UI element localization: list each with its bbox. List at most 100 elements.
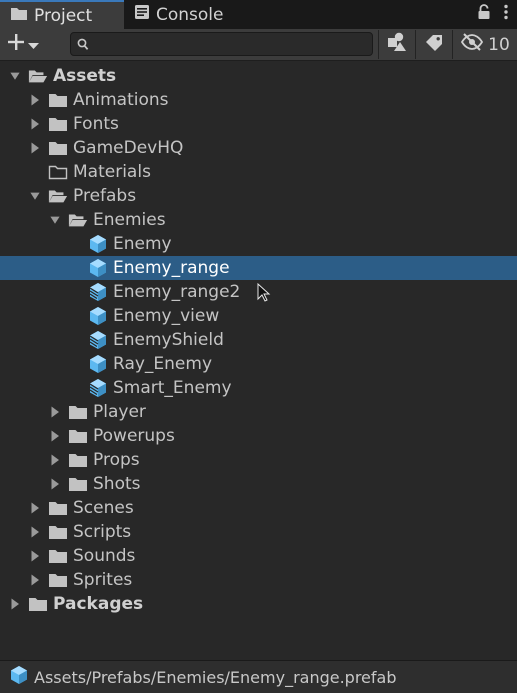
expand-arrow-right-icon[interactable] — [30, 550, 40, 562]
project-toolbar: 10 — [0, 29, 517, 61]
search-input[interactable] — [93, 33, 363, 55]
tree-item-gamedevhq[interactable]: GameDevHQ — [0, 136, 517, 160]
status-bar: Assets/Prefabs/Enemies/Enemy_range.prefa… — [0, 660, 517, 693]
tree-item-packages[interactable]: Packages — [0, 592, 517, 616]
folder-icon — [68, 427, 88, 445]
expand-arrow-down-icon[interactable] — [10, 70, 20, 82]
prefab-icon — [9, 665, 29, 690]
expand-arrow-right-icon[interactable] — [50, 454, 60, 466]
tree-item-label: Sprites — [73, 570, 133, 590]
tree-item-powerups[interactable]: Powerups — [0, 424, 517, 448]
tree-item-sounds[interactable]: Sounds — [0, 544, 517, 568]
folder-icon — [68, 403, 88, 421]
folder-empty-icon — [48, 163, 68, 181]
tree-item-props[interactable]: Props — [0, 448, 517, 472]
shapes-icon — [386, 32, 408, 57]
tree-item-ray-enemy[interactable]: Ray_Enemy — [0, 352, 517, 376]
folder-icon — [48, 499, 68, 517]
tree-item-label: Scenes — [73, 498, 134, 518]
folder-open-icon — [48, 187, 68, 205]
tree-item-enemyshield[interactable]: EnemyShield — [0, 328, 517, 352]
arrow-spacer — [70, 334, 80, 346]
tree-item-scenes[interactable]: Scenes — [0, 496, 517, 520]
tree-item-animations[interactable]: Animations — [0, 88, 517, 112]
tab-console[interactable]: Console — [124, 0, 244, 29]
tree-item-materials[interactable]: Materials — [0, 160, 517, 184]
tree-item-fonts[interactable]: Fonts — [0, 112, 517, 136]
tree-item-smart-enemy[interactable]: Smart_Enemy — [0, 376, 517, 400]
folder-icon — [48, 139, 68, 157]
expand-arrow-right-icon[interactable] — [30, 526, 40, 538]
hidden-count: 10 — [488, 34, 510, 55]
prefab-icon — [88, 307, 108, 325]
tree-item-enemies[interactable]: Enemies — [0, 208, 517, 232]
expand-arrow-down-icon[interactable] — [50, 214, 60, 226]
prefab-variant-icon — [88, 331, 108, 349]
tree-item-label: Ray_Enemy — [113, 354, 213, 374]
mouse-cursor-icon — [257, 282, 271, 308]
tree-item-sprites[interactable]: Sprites — [0, 568, 517, 592]
expand-arrow-right-icon[interactable] — [30, 94, 40, 106]
tree-item-scripts[interactable]: Scripts — [0, 520, 517, 544]
tree-item-label: Assets — [53, 66, 117, 86]
tab-actions — [477, 0, 509, 29]
expand-arrow-right-icon[interactable] — [30, 502, 40, 514]
tree-item-label: Enemy_view — [113, 306, 220, 326]
expand-arrow-right-icon[interactable] — [50, 478, 60, 490]
tree-item-label: Prefabs — [73, 186, 137, 206]
folder-open-icon — [28, 67, 48, 85]
tree-item-label: Shots — [93, 474, 141, 494]
expand-arrow-right-icon[interactable] — [50, 430, 60, 442]
tree-item-label: Props — [93, 450, 140, 470]
tree-item-label: GameDevHQ — [73, 138, 184, 158]
tree-item-shots[interactable]: Shots — [0, 472, 517, 496]
folder-icon — [68, 475, 88, 493]
search-by-type-button[interactable] — [378, 30, 415, 59]
search-field[interactable] — [70, 32, 373, 56]
tree-item-label: Scripts — [73, 522, 132, 542]
arrow-spacer — [70, 262, 80, 274]
tab-project[interactable]: Project — [0, 0, 124, 29]
tree-item-label: Powerups — [93, 426, 175, 446]
tree-item-label: Sounds — [73, 546, 136, 566]
tree-item-label: Materials — [73, 162, 151, 182]
expand-arrow-right-icon[interactable] — [30, 118, 40, 130]
arrow-spacer — [30, 166, 40, 178]
tree-item-label: Animations — [73, 90, 169, 110]
tree-item-player[interactable]: Player — [0, 400, 517, 424]
tree-item-label: Fonts — [73, 114, 119, 134]
expand-arrow-right-icon[interactable] — [50, 406, 60, 418]
tree-item-label: EnemyShield — [113, 330, 224, 350]
tree-item-label: Player — [93, 402, 146, 422]
search-by-label-button[interactable] — [415, 30, 452, 59]
prefab-variant-icon — [88, 379, 108, 397]
tree-item-enemy-range[interactable]: Enemy_range — [0, 256, 517, 280]
tree-item-assets[interactable]: Assets — [0, 64, 517, 88]
arrow-spacer — [70, 286, 80, 298]
tree-item-enemy[interactable]: Enemy — [0, 232, 517, 256]
tree-item-label: Enemy_range2 — [113, 282, 241, 302]
folder-open-icon — [68, 211, 88, 229]
folder-icon — [48, 115, 68, 133]
folder-icon — [68, 451, 88, 469]
chevron-down-icon — [28, 35, 39, 55]
hidden-packages-toggle[interactable]: 10 — [452, 30, 517, 59]
create-button[interactable] — [6, 32, 52, 57]
expand-arrow-right-icon[interactable] — [10, 598, 20, 610]
tab-bar: Project Console — [0, 0, 517, 29]
expand-arrow-right-icon[interactable] — [30, 574, 40, 586]
search-icon — [77, 37, 89, 57]
tree-item-prefabs[interactable]: Prefabs — [0, 184, 517, 208]
prefab-variant-icon — [88, 283, 108, 301]
arrow-spacer — [70, 310, 80, 322]
tab-project-label: Project — [34, 5, 93, 26]
eye-slash-icon — [460, 33, 484, 56]
expand-arrow-down-icon[interactable] — [30, 190, 40, 202]
lock-icon[interactable] — [477, 4, 491, 25]
folder-icon — [48, 547, 68, 565]
folder-icon — [28, 595, 48, 613]
more-menu-icon[interactable] — [503, 4, 509, 25]
expand-arrow-right-icon[interactable] — [30, 142, 40, 154]
tree-item-label: Enemies — [93, 210, 166, 230]
folder-icon — [48, 91, 68, 109]
